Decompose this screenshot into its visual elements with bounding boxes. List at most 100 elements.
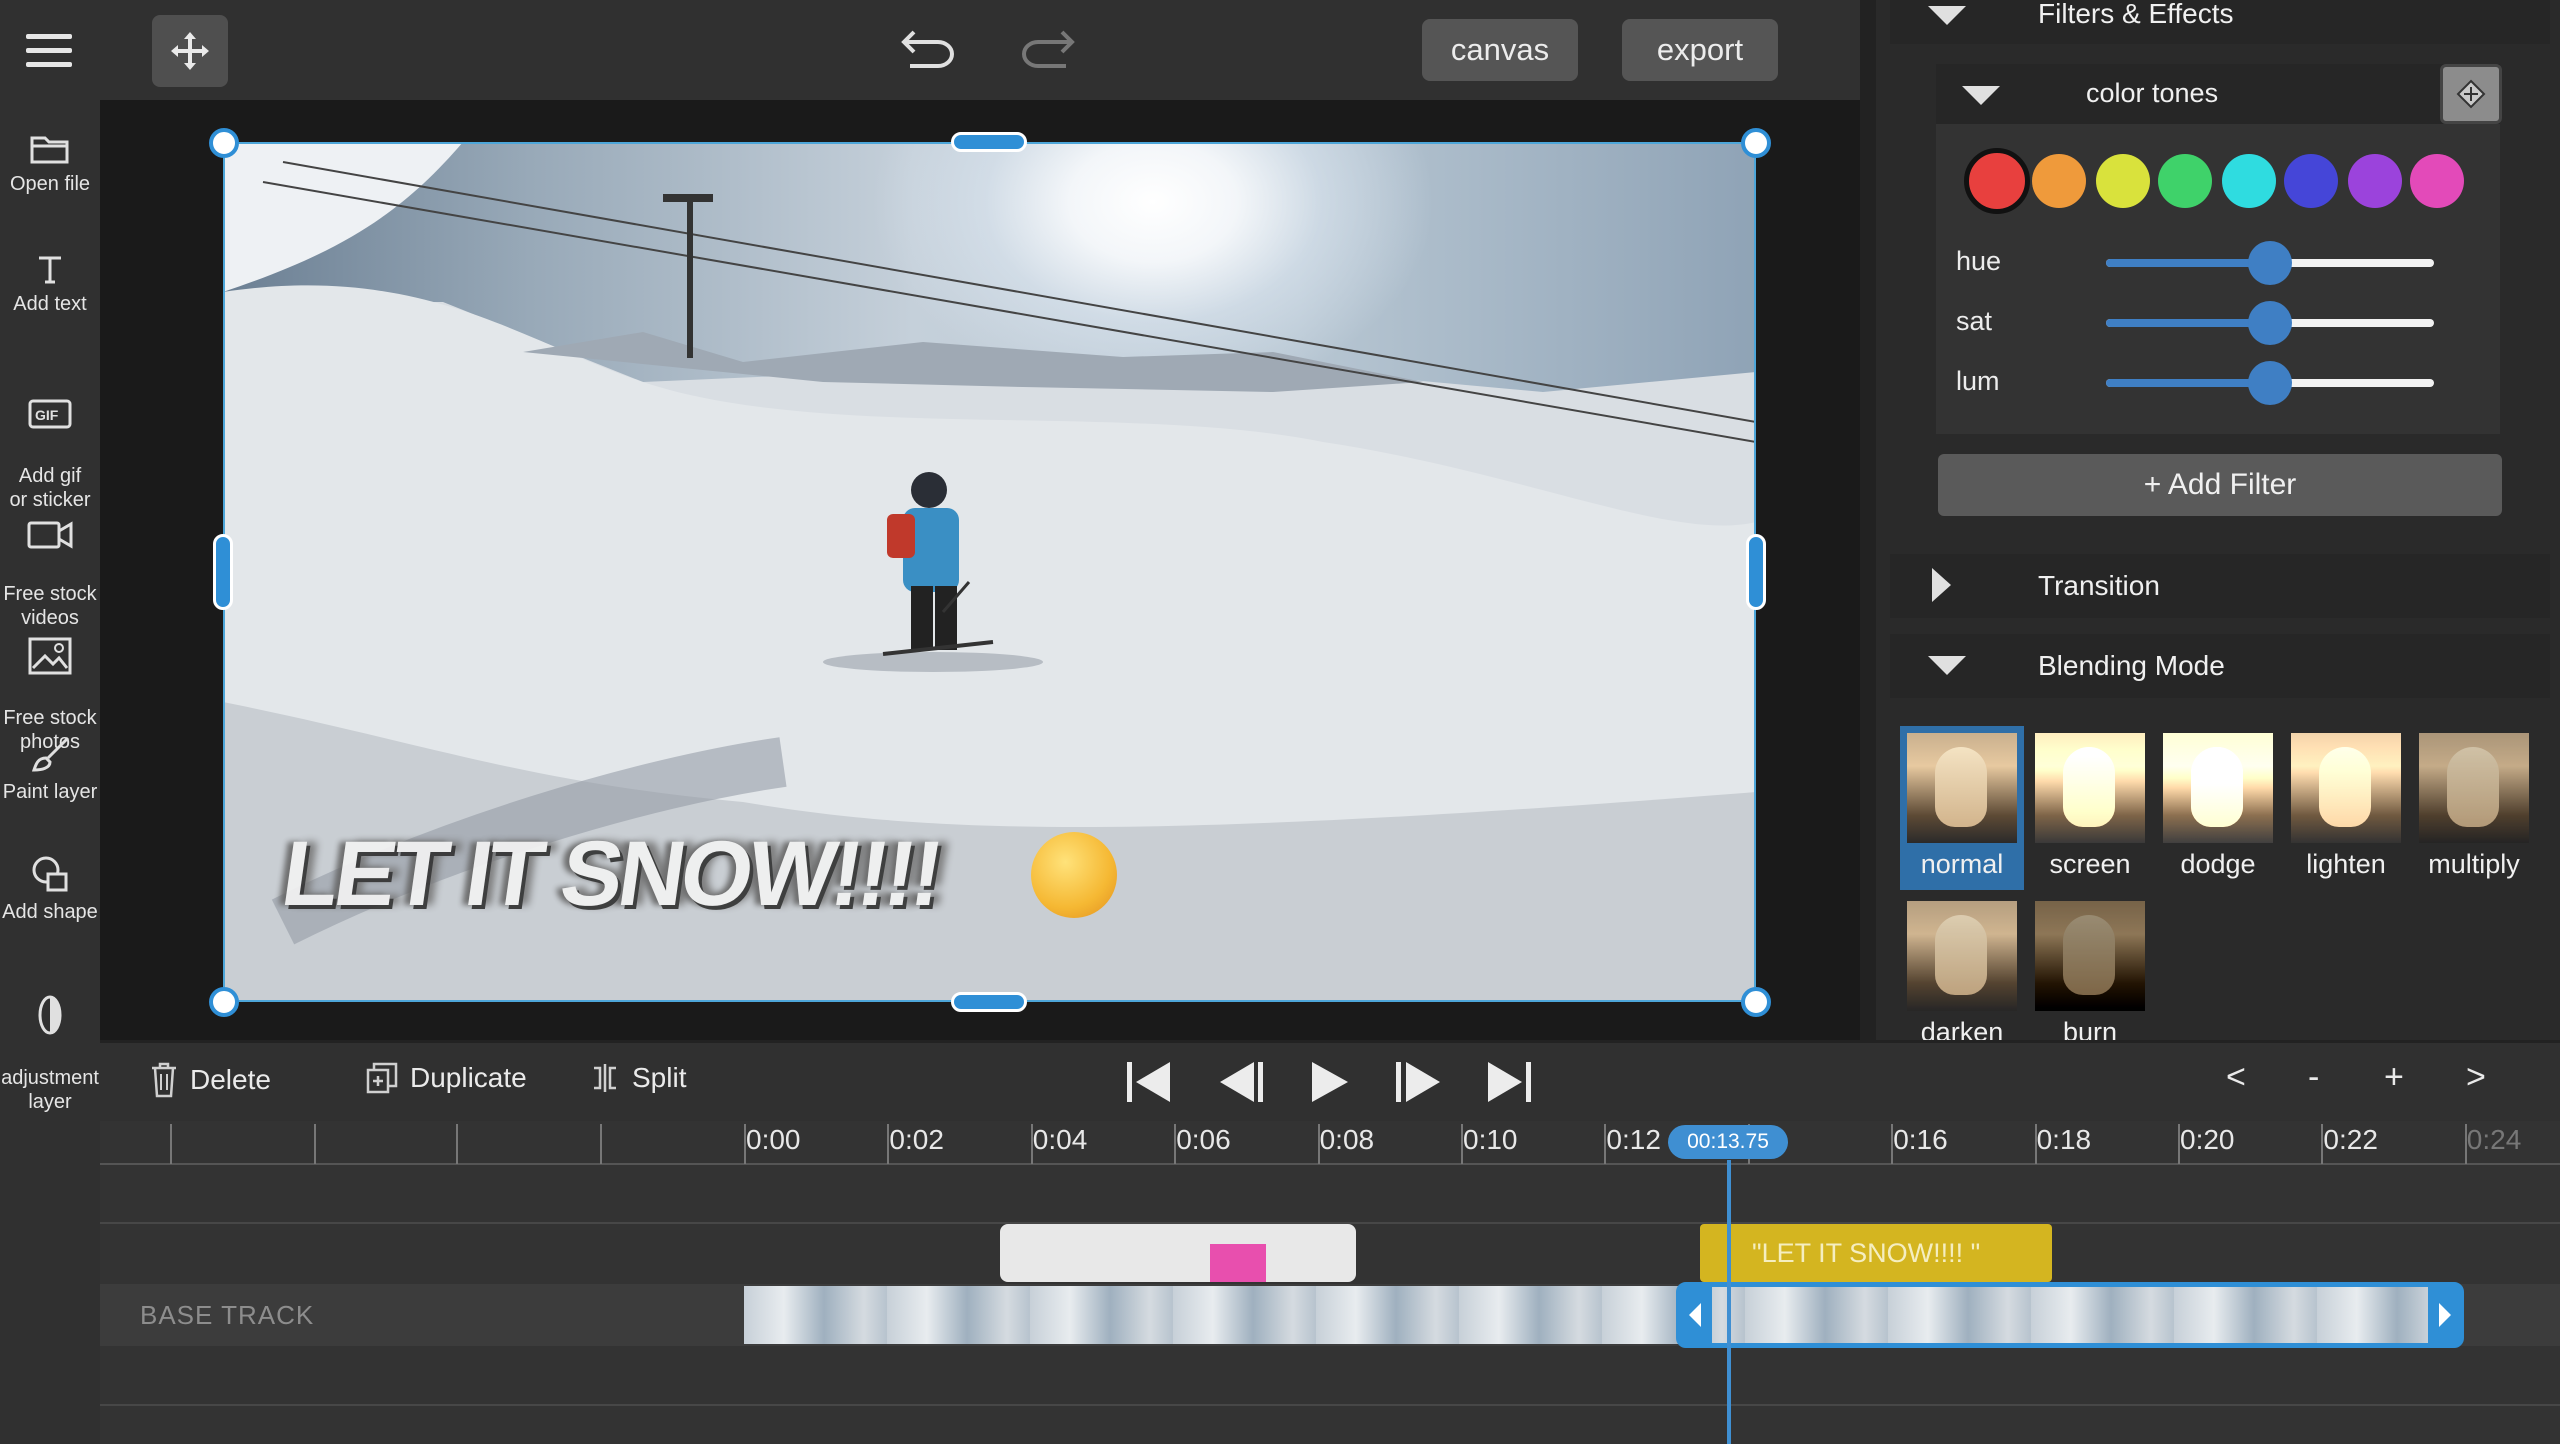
color-swatch[interactable] (2032, 154, 2086, 208)
adjustment-layer-tool[interactable]: adjustment layer (0, 970, 100, 1114)
skip-to-end-icon[interactable] (1484, 1058, 1536, 1106)
move-tool-button[interactable] (152, 15, 228, 87)
folder-icon (30, 136, 69, 164)
resize-handle-left[interactable] (213, 534, 233, 610)
ruler-tick (600, 1124, 602, 1164)
chevron-down-icon (1928, 6, 1966, 25)
skip-to-start-icon[interactable] (1124, 1058, 1176, 1106)
blend-label: lighten (2306, 849, 2386, 879)
resize-handle-top-right[interactable] (1741, 128, 1771, 158)
stock-photos-tool[interactable]: Free stock photos (0, 612, 100, 754)
blend-mode-screen[interactable]: screen (2028, 726, 2152, 890)
color-swatch[interactable] (2410, 154, 2464, 208)
resize-handle-top[interactable] (951, 132, 1027, 152)
sticker-clip[interactable] (1000, 1224, 1356, 1282)
hue-slider[interactable] (2106, 241, 2434, 285)
blending-mode-header[interactable]: Blending Mode (1890, 634, 2550, 698)
blend-label: multiply (2428, 849, 2520, 879)
zoom-out-button[interactable]: - (2308, 1058, 2319, 1097)
blend-mode-dodge[interactable]: dodge (2156, 726, 2280, 890)
color-swatch[interactable] (2222, 154, 2276, 208)
text-icon (39, 256, 61, 284)
trash-icon (152, 1062, 176, 1098)
redo-icon[interactable] (1018, 24, 1076, 72)
text-clip[interactable]: "LET IT SNOW!!!! " (1700, 1224, 2052, 1282)
top-toolbar: canvas export (0, 0, 1860, 100)
resize-handle-top-left[interactable] (209, 128, 239, 158)
hue-slider-thumb[interactable] (2248, 241, 2292, 285)
sat-slider-thumb[interactable] (2248, 301, 2292, 345)
ruler-tick-label: 0:04 (1032, 1124, 1088, 1155)
paint-layer-label: Paint layer (2, 781, 98, 803)
stock-videos-tool[interactable]: Free stock videos (0, 494, 100, 630)
color-tones-header[interactable]: color tones (1936, 64, 2500, 124)
duplicate-button[interactable]: Duplicate (366, 1062, 527, 1094)
open-file-tool[interactable]: Open file (0, 132, 100, 196)
clip-trim-right-handle[interactable] (2428, 1282, 2462, 1348)
selection-frame (223, 142, 1756, 1002)
split-button[interactable]: Split (590, 1062, 686, 1094)
selected-clip-outline[interactable] (1676, 1282, 2464, 1348)
sticker-thumbnail (1210, 1244, 1266, 1282)
sat-slider[interactable] (2106, 301, 2434, 345)
delete-button[interactable]: Delete (150, 1062, 271, 1098)
scroll-right-button[interactable]: > (2466, 1058, 2486, 1097)
resize-handle-right[interactable] (1746, 534, 1766, 610)
ruler-tick-label: 0:02 (889, 1124, 944, 1155)
play-icon[interactable] (1306, 1058, 1352, 1106)
playhead-line[interactable] (1727, 1160, 1731, 1444)
menu-icon[interactable] (26, 34, 72, 68)
clip-trim-left-handle[interactable] (1678, 1282, 1712, 1348)
ruler-tick-label: 0:10 (1463, 1124, 1518, 1155)
color-swatch[interactable] (2158, 154, 2212, 208)
color-swatch[interactable] (2096, 154, 2150, 208)
add-filter-button[interactable]: + Add Filter (1938, 454, 2502, 516)
duplicate-label: Duplicate (410, 1062, 527, 1093)
paint-layer-tool[interactable]: Paint layer (0, 734, 100, 804)
filters-effects-header[interactable]: Filters & Effects (1890, 0, 2550, 44)
blend-mode-burn[interactable]: burn (2028, 894, 2152, 1058)
zoom-in-button[interactable]: + (2384, 1058, 2404, 1097)
resize-handle-bottom-left[interactable] (209, 987, 239, 1017)
filter-pin-button[interactable] (2440, 64, 2502, 124)
resize-handle-bottom[interactable] (951, 992, 1027, 1012)
blend-mode-lighten[interactable]: lighten (2284, 726, 2408, 890)
brush-icon (31, 736, 70, 772)
scroll-left-button[interactable]: < (2226, 1058, 2246, 1097)
color-swatch[interactable] (2348, 154, 2402, 208)
step-back-icon[interactable] (1214, 1058, 1268, 1106)
ruler-tick-label: 0:22 (2323, 1124, 2378, 1155)
add-text-label: Add text (13, 293, 87, 315)
export-button[interactable]: export (1622, 19, 1778, 81)
track-divider (100, 1404, 2560, 1406)
blend-mode-darken[interactable]: darken (1900, 894, 2024, 1058)
color-swatch[interactable] (1964, 148, 2030, 214)
ruler-tick (314, 1124, 316, 1164)
canvas-button[interactable]: canvas (1422, 19, 1578, 81)
blend-thumbnail (1907, 733, 2017, 843)
undo-icon[interactable] (900, 24, 958, 72)
chevron-down-icon (1928, 656, 1966, 675)
lum-slider-thumb[interactable] (2248, 361, 2292, 405)
step-forward-icon[interactable] (1392, 1058, 1446, 1106)
blend-mode-normal[interactable]: normal (1900, 726, 2024, 890)
chevron-right-icon (1932, 568, 1951, 602)
color-swatch[interactable] (2284, 154, 2338, 208)
ruler-tick-label: 0:08 (1319, 1124, 1375, 1155)
blend-thumbnail (2291, 733, 2401, 843)
playhead-time[interactable]: 00:13.75 (1668, 1125, 1788, 1159)
base-track-label: BASE TRACK (140, 1300, 315, 1330)
resize-handle-bottom-right[interactable] (1741, 987, 1771, 1017)
ruler-tick-label: 0:12 (1606, 1124, 1661, 1155)
add-gif-tool[interactable]: GIF Add gif or sticker (0, 374, 100, 512)
transition-header[interactable]: Transition (1890, 554, 2550, 618)
ruler-tick-label: 0:00 (746, 1124, 801, 1155)
lum-slider[interactable] (2106, 361, 2434, 405)
filters-effects-title: Filters & Effects (2038, 0, 2234, 29)
split-label: Split (632, 1062, 687, 1093)
blend-thumbnail (1907, 901, 2017, 1011)
blend-mode-multiply[interactable]: multiply (2412, 726, 2536, 890)
add-shape-tool[interactable]: Add shape (0, 854, 100, 924)
blend-label: screen (2049, 849, 2131, 879)
add-text-tool[interactable]: Add text (0, 252, 100, 316)
